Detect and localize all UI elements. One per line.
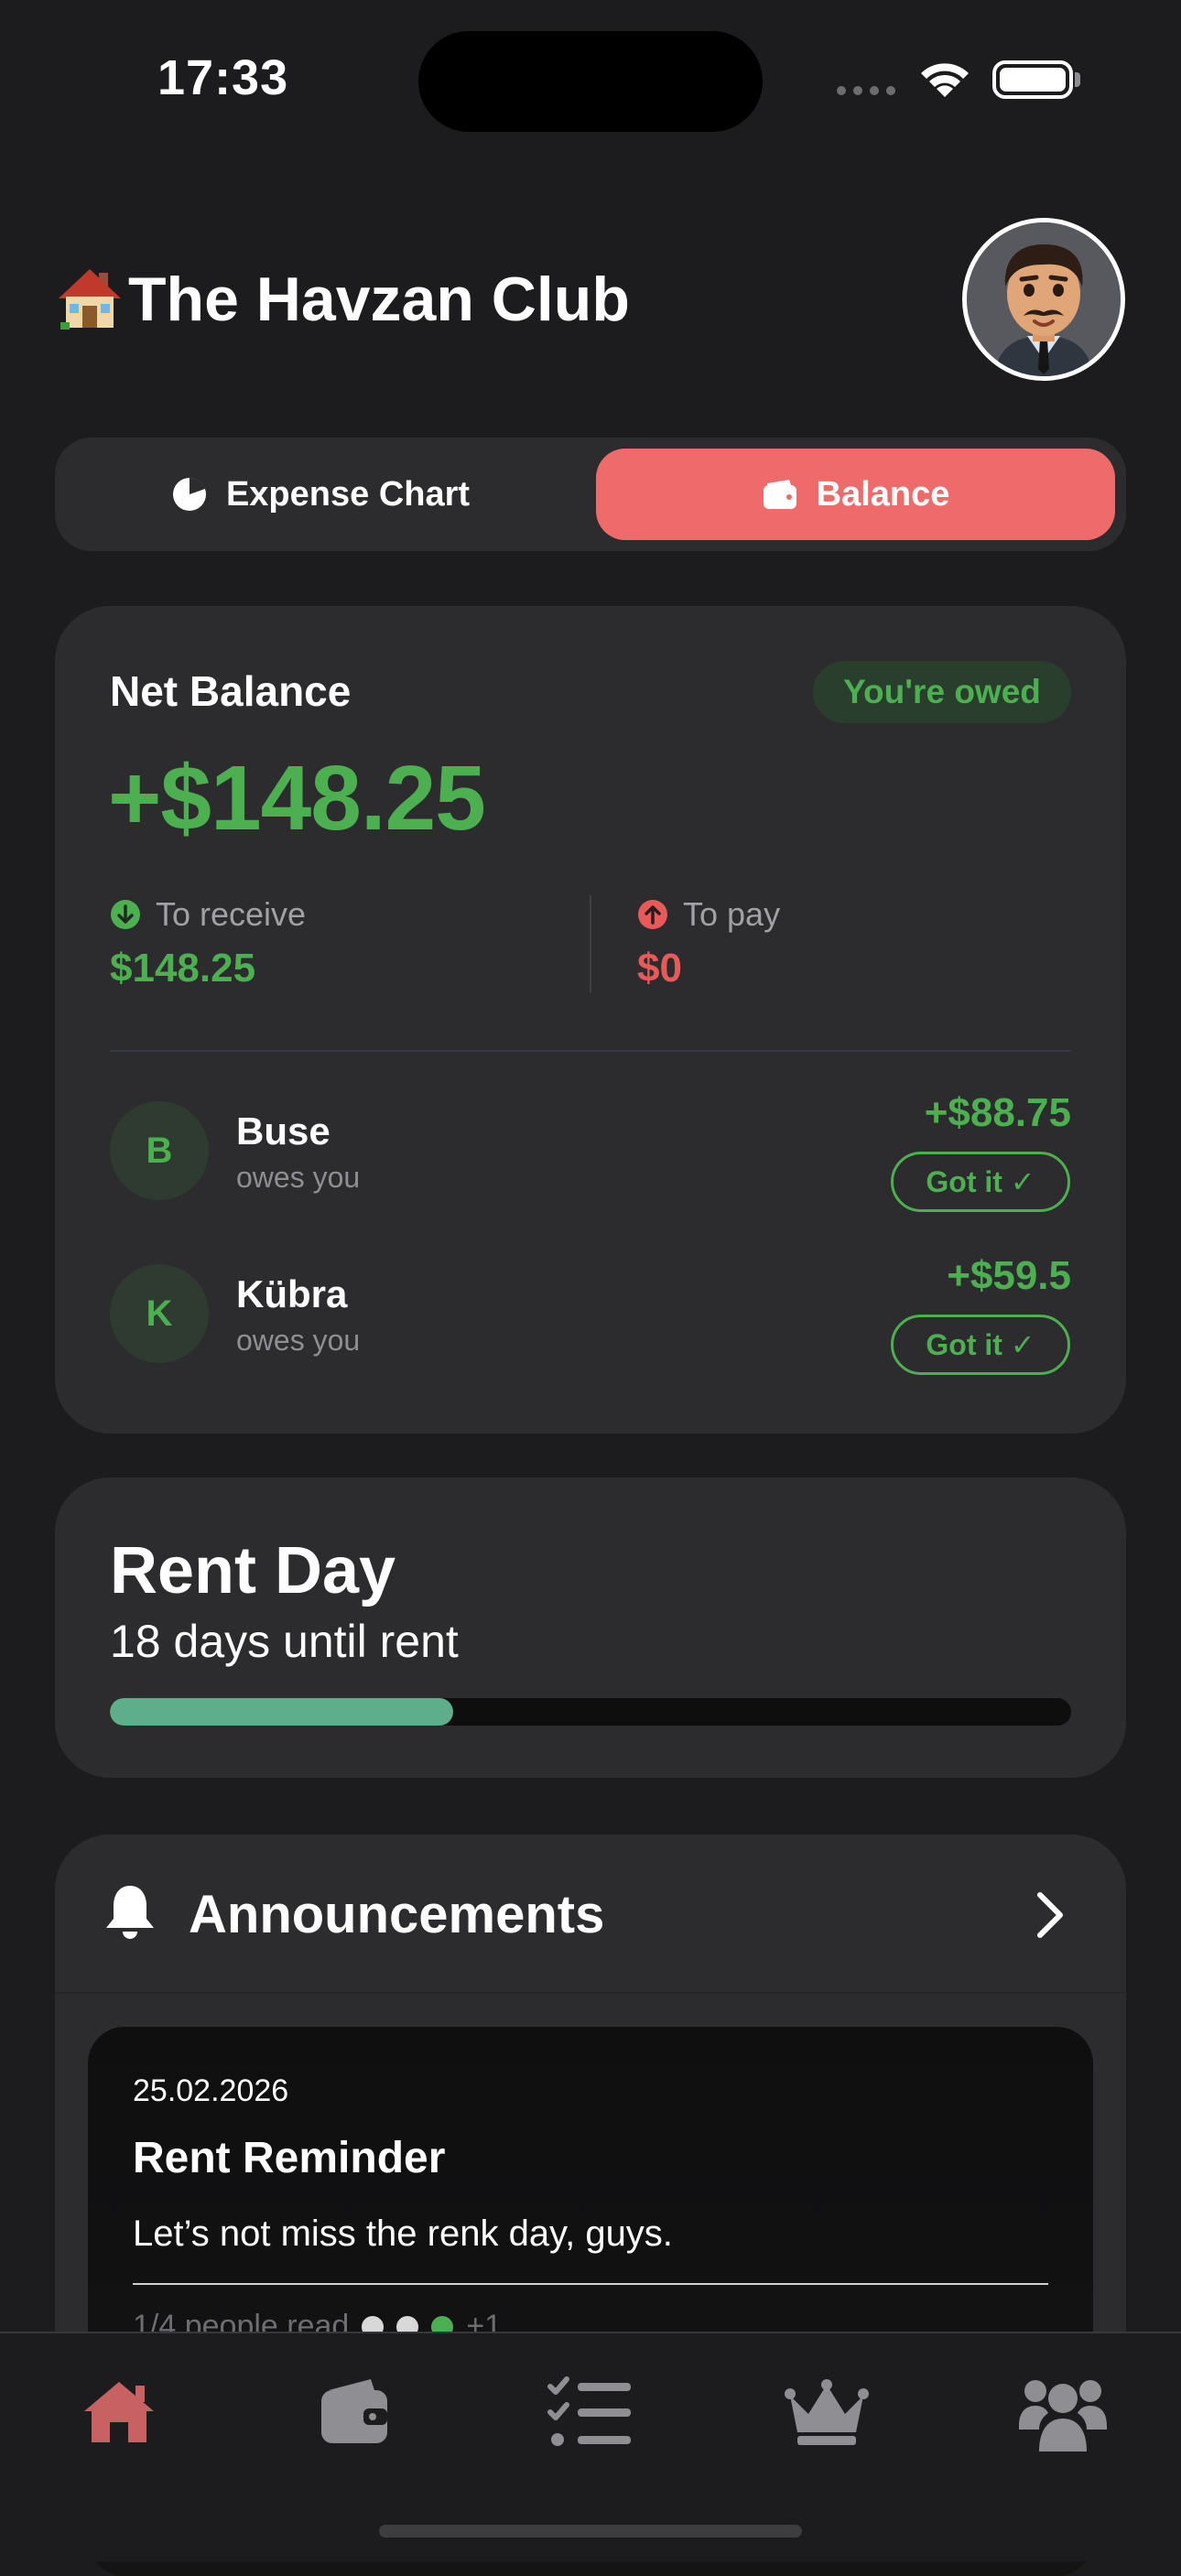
arrow-down-circle-icon (111, 900, 140, 929)
rent-day-title: Rent Day (110, 1534, 396, 1607)
to-pay-label-row: To pay (637, 895, 780, 934)
home-indicator (379, 2525, 802, 2538)
to-receive-value: $148.25 (110, 946, 256, 990)
wallet-icon (763, 480, 796, 509)
avatar: K (110, 1264, 209, 1363)
profile-avatar[interactable] (962, 218, 1125, 381)
status-badge: You're owed (813, 661, 1071, 723)
avatar: B (110, 1101, 209, 1200)
tab-expense-chart[interactable]: Expense Chart (64, 449, 577, 540)
person-name: Buse (236, 1109, 330, 1153)
net-balance-label: Net Balance (110, 667, 352, 715)
tab-tasks[interactable] (540, 2371, 641, 2453)
rent-countdown: 18 days until rent (110, 1616, 459, 1667)
announcements-title[interactable]: Announcements (189, 1884, 604, 1945)
person-amount: +$88.75 (924, 1090, 1071, 1135)
tab-balance[interactable]: Balance (596, 449, 1115, 540)
to-receive-label-row: To receive (110, 895, 306, 934)
group-title: The Havzan Club (128, 265, 630, 334)
tab-balance-label: Balance (816, 474, 950, 514)
checklist-icon (547, 2376, 631, 2446)
person-amount: +$59.5 (947, 1253, 1071, 1298)
house-icon (57, 265, 123, 336)
bell-icon (103, 1882, 157, 1945)
dynamic-island (418, 31, 763, 132)
divider (55, 1992, 1126, 1994)
person-status: owes you (236, 1324, 361, 1357)
to-pay-value: $0 (637, 946, 682, 990)
announcement-body: Let’s not miss the renk day, guys. (133, 2213, 673, 2254)
divider (590, 895, 591, 992)
arrow-up-circle-icon (638, 900, 667, 929)
to-pay-label: To pay (683, 895, 781, 933)
got-it-button[interactable]: Got it ✓ (891, 1315, 1070, 1375)
announcement-date: 25.02.2026 (133, 2073, 289, 2108)
to-receive-label: To receive (156, 895, 307, 933)
tab-leaderboard[interactable] (776, 2371, 877, 2453)
wallet-icon (321, 2379, 387, 2443)
users-icon (1019, 2380, 1107, 2452)
net-balance-card (55, 606, 1126, 1434)
net-balance-amount: +$148.25 (108, 747, 486, 850)
tab-members[interactable] (1013, 2371, 1113, 2453)
pie-chart-icon (172, 478, 206, 511)
battery-tip (1075, 72, 1080, 87)
tab-expense-chart-label: Expense Chart (225, 474, 471, 514)
tab-wallet[interactable] (304, 2371, 405, 2453)
rent-progress-bar (110, 1698, 1071, 1726)
divider (110, 1050, 1071, 1052)
divider (133, 2283, 1048, 2285)
tab-home[interactable] (69, 2371, 169, 2453)
announcement-title: Rent Reminder (133, 2134, 446, 2182)
wifi-icon (916, 57, 974, 105)
crown-icon (785, 2379, 869, 2445)
view-segmented-control: Expense Chart Balance (55, 438, 1126, 551)
person-name: Kübra (236, 1272, 348, 1315)
person-status: owes you (236, 1161, 361, 1194)
rent-progress-fill (110, 1698, 453, 1726)
chevron-right-icon[interactable] (1031, 1889, 1067, 1945)
battery-icon (992, 60, 1073, 99)
got-it-button[interactable]: Got it ✓ (891, 1152, 1070, 1212)
home-icon (84, 2382, 154, 2442)
cellular-signal-icon (837, 86, 895, 95)
status-time: 17:33 (157, 50, 289, 105)
